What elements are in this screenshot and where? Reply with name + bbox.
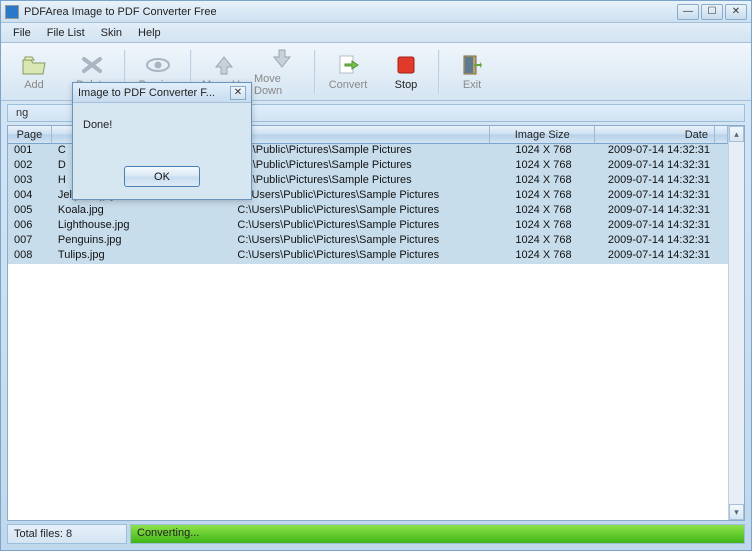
cell-page: 007	[8, 234, 52, 249]
maximize-button[interactable]: ☐	[701, 4, 723, 20]
close-button[interactable]: ✕	[725, 4, 747, 20]
status-total-files: Total files: 8	[7, 524, 127, 544]
toolbar-movedown[interactable]: Move Down	[253, 46, 311, 98]
window-controls: — ☐ ✕	[677, 4, 747, 20]
cell-path: C:\Users\Public\Pictures\Sample Pictures	[231, 189, 490, 204]
cell-path: C:\Users\Public\Pictures\Sample Pictures	[231, 219, 490, 234]
toolbar-add-label: Add	[24, 79, 44, 91]
cell-date: 2009-07-14 14:32:31	[596, 249, 716, 264]
toolbar-convert-label: Convert	[329, 79, 368, 91]
cell-path: ers\Public\Pictures\Sample Pictures	[231, 159, 490, 174]
door-exit-icon	[458, 53, 486, 77]
table-row[interactable]: 007Penguins.jpgC:\Users\Public\Pictures\…	[8, 234, 728, 249]
scroll-down-button[interactable]: ▾	[729, 504, 744, 520]
cell-date: 2009-07-14 14:32:31	[596, 189, 716, 204]
toolbar-stop-label: Stop	[395, 79, 418, 91]
col-page[interactable]: Page	[8, 126, 52, 144]
cell-name: Penguins.jpg	[52, 234, 231, 249]
window-title: PDFArea Image to PDF Converter Free	[24, 6, 677, 18]
arrow-up-icon	[210, 53, 238, 77]
cell-size: 1024 X 768	[491, 204, 597, 219]
status-line-text: ng	[16, 107, 28, 119]
progress-fill	[131, 525, 744, 543]
col-path[interactable]	[231, 126, 490, 144]
folder-open-icon	[20, 53, 48, 77]
toolbar-add[interactable]: Add	[5, 46, 63, 98]
cell-date: 2009-07-14 14:32:31	[596, 204, 716, 219]
cell-date: 2009-07-14 14:32:31	[596, 219, 716, 234]
cell-page: 005	[8, 204, 52, 219]
cell-page: 002	[8, 159, 52, 174]
delete-x-icon	[78, 53, 106, 77]
cell-size: 1024 X 768	[491, 234, 597, 249]
cell-name: Tulips.jpg	[52, 249, 231, 264]
cell-path: C:\Users\Public\Pictures\Sample Pictures	[231, 249, 490, 264]
table-row[interactable]: 005Koala.jpgC:\Users\Public\Pictures\Sam…	[8, 204, 728, 219]
cell-size: 1024 X 768	[491, 219, 597, 234]
dialog-title-text: Image to PDF Converter F...	[78, 87, 230, 99]
cell-name: Koala.jpg	[52, 204, 231, 219]
cell-name: Lighthouse.jpg	[52, 219, 231, 234]
cell-size: 1024 X 768	[491, 249, 597, 264]
col-date[interactable]: Date	[595, 126, 715, 144]
cell-date: 2009-07-14 14:32:31	[596, 174, 716, 189]
col-spacer	[715, 126, 728, 144]
cell-size: 1024 X 768	[491, 159, 597, 174]
cell-path: C:\Users\Public\Pictures\Sample Pictures	[231, 234, 490, 249]
done-dialog: Image to PDF Converter F... ✕ Done! OK	[72, 82, 252, 200]
cell-page: 008	[8, 249, 52, 264]
dialog-ok-button[interactable]: OK	[124, 166, 200, 187]
app-icon	[5, 5, 19, 19]
cell-path: C:\Users\Public\Pictures\Sample Pictures	[231, 204, 490, 219]
convert-icon	[334, 53, 362, 77]
toolbar-movedown-label: Move Down	[254, 73, 310, 97]
titlebar: PDFArea Image to PDF Converter Free — ☐ …	[1, 1, 751, 23]
toolbar-stop[interactable]: Stop	[377, 46, 435, 98]
stop-icon	[392, 53, 420, 77]
toolbar-separator	[438, 50, 440, 94]
cell-date: 2009-07-14 14:32:31	[596, 144, 716, 159]
dialog-titlebar: Image to PDF Converter F... ✕	[73, 83, 251, 103]
cell-page: 006	[8, 219, 52, 234]
menu-filelist[interactable]: File List	[41, 25, 91, 41]
dialog-message: Done!	[73, 103, 251, 166]
progress-text: Converting...	[137, 527, 199, 539]
toolbar-exit[interactable]: Exit	[443, 46, 501, 98]
table-row[interactable]: 008Tulips.jpgC:\Users\Public\Pictures\Sa…	[8, 249, 728, 264]
dialog-button-row: OK	[73, 166, 251, 199]
eye-icon	[144, 53, 172, 77]
menubar: File File List Skin Help	[1, 23, 751, 43]
minimize-button[interactable]: —	[677, 4, 699, 20]
cell-path: ers\Public\Pictures\Sample Pictures	[231, 144, 490, 159]
cell-page: 001	[8, 144, 52, 159]
scroll-up-button[interactable]: ▴	[729, 126, 744, 142]
toolbar-exit-label: Exit	[463, 79, 481, 91]
cell-page: 004	[8, 189, 52, 204]
cell-size: 1024 X 768	[491, 189, 597, 204]
dialog-close-button[interactable]: ✕	[230, 86, 246, 100]
cell-date: 2009-07-14 14:32:31	[596, 159, 716, 174]
menu-file[interactable]: File	[7, 25, 37, 41]
cell-size: 1024 X 768	[491, 174, 597, 189]
cell-date: 2009-07-14 14:32:31	[596, 234, 716, 249]
table-row[interactable]: 006Lighthouse.jpgC:\Users\Public\Picture…	[8, 219, 728, 234]
vertical-scrollbar[interactable]: ▴ ▾	[728, 126, 744, 520]
table-body[interactable]: 001Cers\Public\Pictures\Sample Pictures1…	[8, 144, 728, 520]
menu-help[interactable]: Help	[132, 25, 167, 41]
progress-bar: Converting...	[130, 524, 745, 544]
cell-page: 003	[8, 174, 52, 189]
cell-path: ers\Public\Pictures\Sample Pictures	[231, 174, 490, 189]
cell-size: 1024 X 768	[491, 144, 597, 159]
menu-skin[interactable]: Skin	[95, 25, 128, 41]
arrow-down-icon	[268, 47, 296, 71]
statusbar: Total files: 8 Converting...	[7, 524, 745, 544]
toolbar-convert[interactable]: Convert	[319, 46, 377, 98]
col-size[interactable]: Image Size	[490, 126, 596, 144]
toolbar-separator	[314, 50, 316, 94]
